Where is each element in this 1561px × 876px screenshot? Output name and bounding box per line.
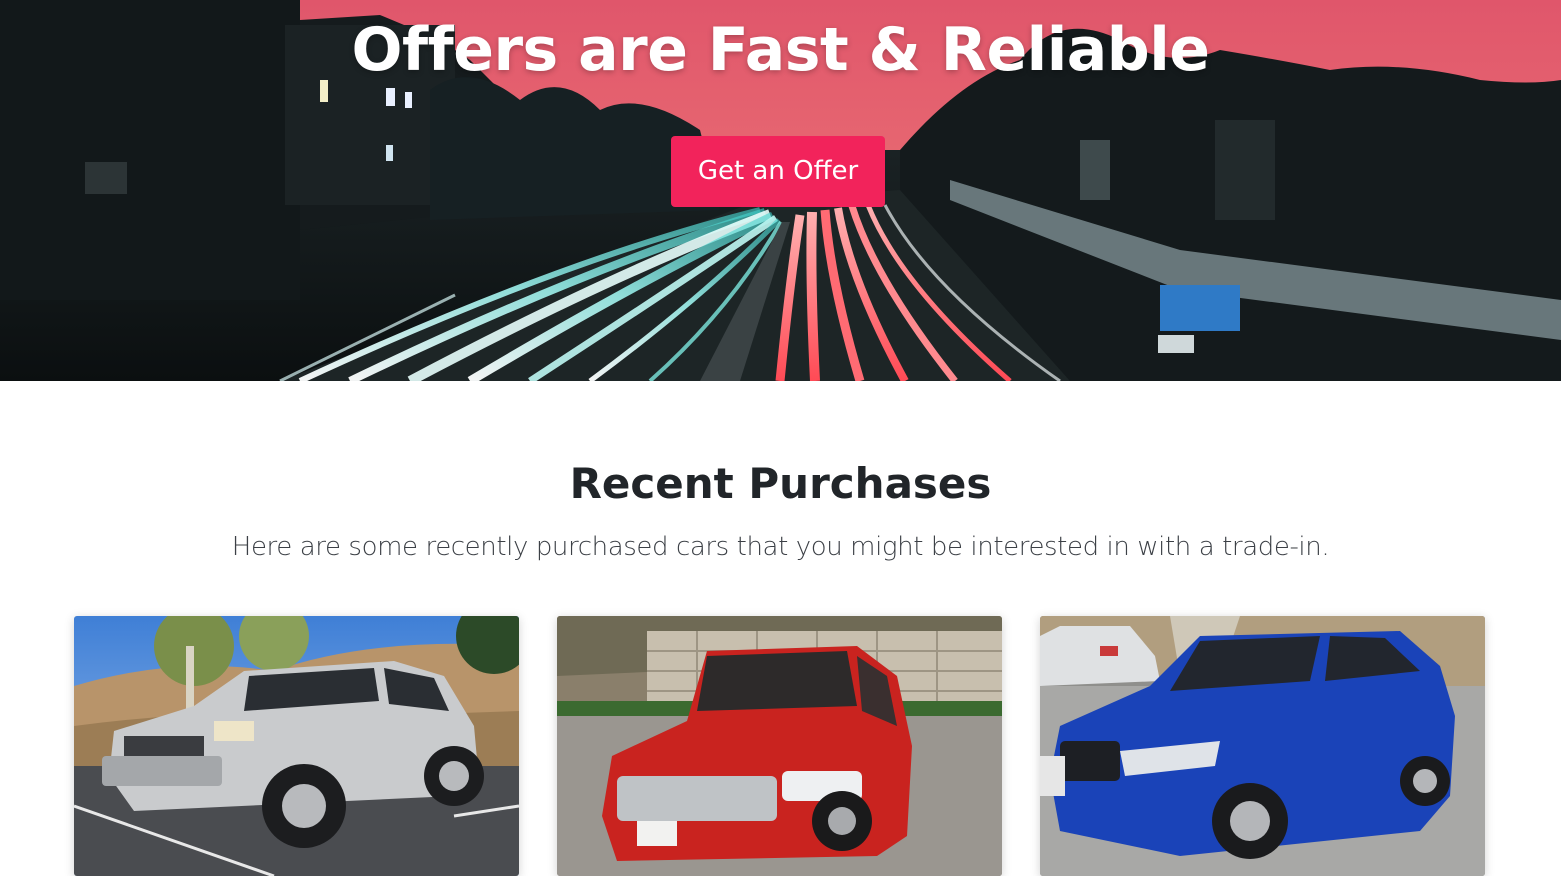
car-card-red-sedan[interactable] — [557, 616, 1002, 876]
car-photo-silver-suv — [74, 616, 519, 876]
car-photo-red-sedan — [557, 616, 1002, 876]
car-card-blue-sedan[interactable] — [1040, 616, 1485, 876]
get-offer-button[interactable]: Get an Offer — [671, 136, 885, 207]
section-subtitle: Here are some recently purchased cars th… — [231, 532, 1330, 562]
section-title: Recent Purchases — [569, 459, 992, 508]
hero-banner: Offers are Fast & Reliable Get an Offer — [0, 0, 1561, 381]
car-photo-blue-sedan — [1040, 616, 1485, 876]
car-card-silver-suv[interactable] — [74, 616, 519, 876]
hero-title: Offers are Fast & Reliable — [351, 15, 1210, 85]
